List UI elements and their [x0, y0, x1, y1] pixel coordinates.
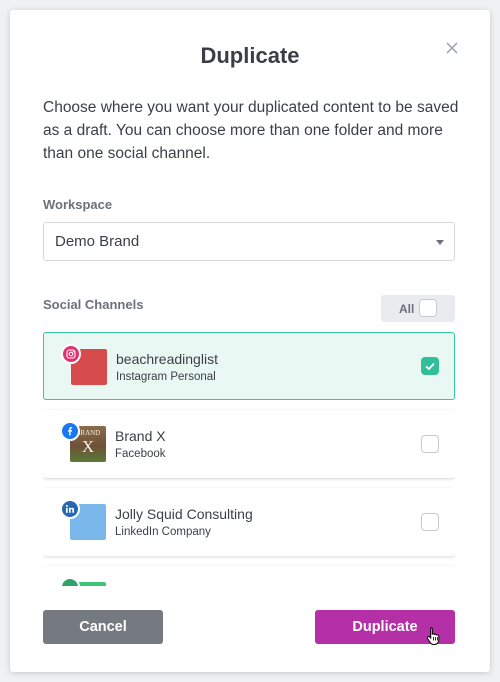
- select-all-checkbox[interactable]: [419, 299, 437, 317]
- select-all-toggle[interactable]: All: [381, 295, 455, 322]
- social-channels-label: Social Channels: [43, 297, 144, 312]
- duplicate-dialog: Duplicate Choose where you want your dup…: [10, 10, 490, 672]
- channel-checkbox[interactable]: [421, 435, 439, 453]
- checkmark-icon: [425, 362, 435, 371]
- workspace-label: Workspace: [43, 197, 113, 212]
- channel-item-partial[interactable]: [43, 566, 455, 586]
- channel-item-jolly-squid-consulting[interactable]: Jolly Squid Consulting LinkedIn Company: [43, 488, 455, 556]
- channel-item-brand-x[interactable]: BRAND X Brand X Facebook: [43, 410, 455, 478]
- channel-list[interactable]: beachreadinglist Instagram Personal BRAN…: [43, 332, 455, 586]
- duplicate-button[interactable]: Duplicate: [315, 610, 455, 644]
- cancel-button[interactable]: Cancel: [43, 610, 163, 644]
- channel-checkbox[interactable]: [421, 357, 439, 375]
- channel-checkbox[interactable]: [421, 513, 439, 531]
- select-all-label: All: [399, 302, 415, 316]
- channel-type: Instagram Personal: [116, 371, 216, 383]
- channel-type: LinkedIn Company: [115, 526, 211, 538]
- dialog-description: Choose where you want your duplicated co…: [43, 99, 459, 162]
- dialog-title: Duplicate: [200, 43, 300, 68]
- facebook-icon: [60, 421, 80, 441]
- workspace-selected-value: Demo Brand: [55, 233, 140, 250]
- workspace-select[interactable]: Demo Brand: [43, 222, 455, 261]
- channel-network-icon: [60, 577, 80, 586]
- channel-name: Brand X: [115, 428, 166, 444]
- linkedin-icon: [60, 499, 80, 519]
- avatar-brand-letter: X: [81, 437, 95, 456]
- channel-name: Jolly Squid Consulting: [115, 506, 253, 522]
- chevron-down-icon: [436, 240, 444, 245]
- channel-item-beachreadinglist[interactable]: beachreadinglist Instagram Personal: [43, 332, 455, 400]
- instagram-icon: [61, 344, 81, 364]
- channel-type: Facebook: [115, 448, 166, 460]
- channel-name: beachreadinglist: [116, 351, 218, 367]
